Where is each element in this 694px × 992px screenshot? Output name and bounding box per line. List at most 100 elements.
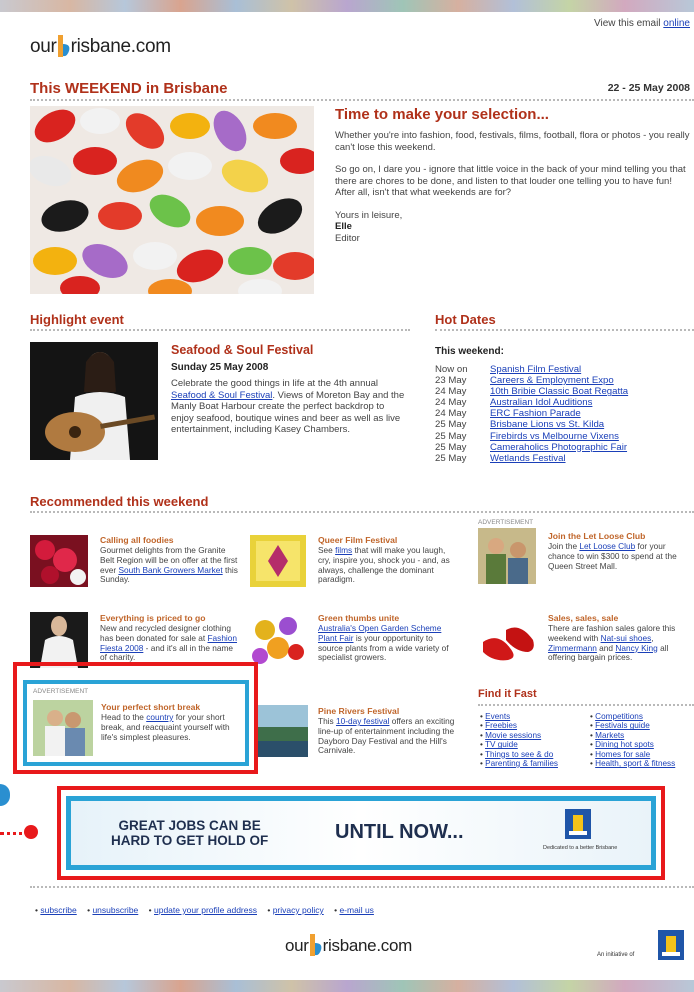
couple-thumbnail bbox=[33, 700, 93, 756]
find-it-fast-item[interactable]: Markets bbox=[590, 731, 694, 740]
bottom-color-stripe bbox=[0, 980, 694, 992]
find-it-fast-item[interactable]: Dining hot spots bbox=[590, 740, 694, 749]
top-color-stripe bbox=[0, 0, 694, 12]
hot-date-date: Now on bbox=[435, 364, 468, 375]
berries-thumbnail bbox=[30, 535, 88, 587]
footer-brand-logo[interactable]: our risbane.com bbox=[285, 934, 412, 956]
queer-film-title[interactable]: Queer Film Festival bbox=[318, 535, 460, 545]
date-range: 22 - 25 May 2008 bbox=[607, 82, 690, 94]
footer-link[interactable]: e-mail us bbox=[339, 905, 373, 915]
let-loose-link[interactable]: Let Loose Club bbox=[579, 541, 635, 551]
find-it-fast-link[interactable]: Things to see & do bbox=[485, 750, 553, 759]
find-it-fast-link[interactable]: Freebies bbox=[485, 721, 517, 730]
divider bbox=[30, 329, 410, 331]
flowers-thumbnail bbox=[250, 612, 306, 668]
priced-item: Everything is priced to go New and recyc… bbox=[100, 613, 240, 663]
short-break-ad[interactable]: ADVERTISEMENT Your perfect short break H… bbox=[23, 680, 249, 766]
pine-rivers-title[interactable]: Pine Rivers Festival bbox=[318, 706, 460, 716]
find-it-fast-item[interactable]: Festivals guide bbox=[590, 721, 694, 730]
hot-date-row: 23 May Careers & Employment Expo bbox=[435, 375, 693, 386]
seafood-soul-link[interactable]: Seafood & Soul Festival bbox=[171, 390, 272, 401]
foodies-title[interactable]: Calling all foodies bbox=[100, 535, 240, 545]
find-it-fast-link[interactable]: Parenting & families bbox=[485, 759, 558, 768]
hot-date-event-link[interactable]: 10th Bribie Classic Boat Regatta bbox=[490, 386, 628, 397]
footer-link[interactable]: update your profile address bbox=[154, 905, 257, 915]
divider bbox=[30, 99, 694, 101]
footer-link[interactable]: unsubscribe bbox=[92, 905, 138, 915]
growers-market-link[interactable]: South Bank Growers Market bbox=[118, 565, 222, 575]
zimmermann-link[interactable]: Zimmermann bbox=[548, 643, 597, 653]
footer-link[interactable]: privacy policy bbox=[273, 905, 324, 915]
hot-date-event-link[interactable]: Spanish Film Festival bbox=[490, 364, 581, 375]
find-it-fast-item[interactable]: Homes for sale bbox=[590, 750, 694, 759]
find-it-fast-item[interactable]: Things to see & do bbox=[480, 750, 586, 759]
find-it-fast-link[interactable]: Dining hot spots bbox=[595, 740, 654, 749]
brand-logo[interactable]: our risbane.com bbox=[30, 35, 171, 58]
find-it-fast-link[interactable]: Homes for sale bbox=[595, 750, 650, 759]
sales-title[interactable]: Sales, sales, sale bbox=[548, 613, 690, 623]
initiative-text: An initiative of bbox=[597, 952, 635, 958]
hot-date-row: 25 May Brisbane Lions vs St. Kilda bbox=[435, 419, 693, 430]
footer-link[interactable]: subscribe bbox=[40, 905, 76, 915]
films-link[interactable]: films bbox=[335, 545, 352, 555]
hot-date-event-link[interactable]: ERC Fashion Parade bbox=[490, 408, 581, 419]
hot-date-event-link[interactable]: Cameraholics Photographic Fair bbox=[490, 442, 627, 453]
divider bbox=[478, 704, 694, 706]
find-it-fast-link[interactable]: Movie sessions bbox=[485, 731, 541, 740]
find-it-fast-link[interactable]: Events bbox=[485, 712, 510, 721]
fashion-thumbnail bbox=[30, 612, 88, 668]
hot-date-event-link[interactable]: Firebirds vs Melbourne Vixens bbox=[490, 431, 619, 442]
highlight-event: Seafood & Soul Festival Sunday 25 May 20… bbox=[171, 343, 406, 436]
hot-date-row: 24 May ERC Fashion Parade bbox=[435, 408, 693, 419]
hot-date-event-link[interactable]: Wetlands Festival bbox=[490, 453, 566, 464]
find-it-fast-item[interactable]: Parenting & families bbox=[480, 759, 586, 768]
let-loose-thumbnail bbox=[478, 528, 536, 584]
jobs-banner-ad[interactable]: GREAT JOBS CAN BE HARD TO GET HOLD OF UN… bbox=[66, 796, 656, 870]
find-it-fast-link[interactable]: TV guide bbox=[485, 740, 518, 749]
highlight-event-title[interactable]: Seafood & Soul Festival bbox=[171, 343, 406, 357]
hot-date-row: 25 May Cameraholics Photographic Fair bbox=[435, 442, 693, 453]
hot-date-date: 25 May bbox=[435, 419, 467, 431]
partial-logo-icon bbox=[0, 784, 10, 806]
divider bbox=[435, 329, 694, 331]
find-it-fast-heading: Find it Fast bbox=[478, 688, 537, 700]
online-link[interactable]: online bbox=[663, 18, 690, 29]
find-it-fast-link[interactable]: Markets bbox=[595, 731, 624, 740]
hot-date-date: 25 May bbox=[435, 452, 467, 464]
hot-date-date: 24 May bbox=[435, 386, 467, 398]
find-it-fast-item[interactable]: Freebies bbox=[480, 721, 586, 730]
find-it-fast-item[interactable]: Competitions bbox=[590, 712, 694, 721]
let-loose-title[interactable]: Join the Let Loose Club bbox=[548, 531, 688, 541]
nancy-king-link[interactable]: Nancy King bbox=[615, 643, 657, 653]
country-link[interactable]: country bbox=[146, 712, 173, 722]
advertisement-label: ADVERTISEMENT bbox=[478, 519, 534, 526]
divider bbox=[30, 511, 694, 513]
priced-title[interactable]: Everything is priced to go bbox=[100, 613, 240, 623]
hot-date-row: 24 May 10th Bribie Classic Boat Regatta bbox=[435, 386, 693, 397]
intro-heading: Time to make your selection... bbox=[335, 106, 549, 123]
let-loose-item: Join the Let Loose Club Join the Let Loo… bbox=[548, 531, 688, 571]
find-it-fast-link[interactable]: Competitions bbox=[595, 712, 643, 721]
hot-date-event-link[interactable]: Brisbane Lions vs St. Kilda bbox=[490, 419, 604, 430]
council-logo-icon bbox=[565, 809, 591, 839]
footer-links: • subscribe • unsubscribe • update your … bbox=[35, 905, 374, 915]
short-break-title[interactable]: Your perfect short break bbox=[101, 702, 241, 712]
find-it-fast-item[interactable]: TV guide bbox=[480, 740, 586, 749]
hot-date-event-link[interactable]: Careers & Employment Expo bbox=[490, 375, 614, 386]
hot-dates-subtitle: This weekend: bbox=[435, 346, 504, 357]
find-it-fast-item[interactable]: Movie sessions bbox=[480, 731, 586, 740]
editor-name: Elle bbox=[335, 221, 352, 232]
find-it-fast-item[interactable]: Health, sport & fitness bbox=[590, 759, 694, 768]
editor-role: Editor bbox=[335, 232, 360, 244]
green-thumbs-title[interactable]: Green thumbs unite bbox=[318, 613, 460, 623]
ten-day-festival-link[interactable]: 10-day festival bbox=[336, 716, 390, 726]
guitarist-photo bbox=[30, 342, 158, 460]
hot-date-row: 25 May Wetlands Festival bbox=[435, 453, 693, 464]
nat-sui-link[interactable]: Nat-sui shoes bbox=[601, 633, 652, 643]
find-it-fast-link[interactable]: Health, sport & fitness bbox=[595, 759, 675, 768]
hot-date-event-link[interactable]: Australian Idol Auditions bbox=[490, 397, 592, 408]
find-it-fast-link[interactable]: Festivals guide bbox=[595, 721, 650, 730]
hot-date-date: 25 May bbox=[435, 441, 467, 453]
find-it-fast-item[interactable]: Events bbox=[480, 712, 586, 721]
divider bbox=[30, 886, 694, 888]
